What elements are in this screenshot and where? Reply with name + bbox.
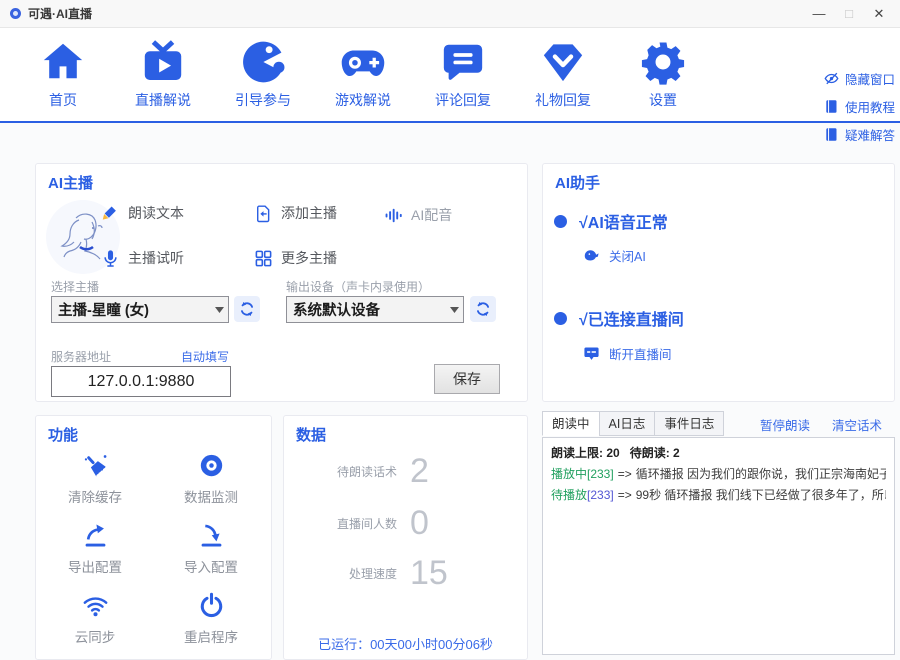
nav-item-settings[interactable]: 设置 bbox=[613, 39, 713, 110]
home-icon bbox=[40, 39, 86, 85]
ai-dub-button[interactable]: AI配音 bbox=[384, 205, 452, 225]
book-icon bbox=[824, 99, 839, 114]
pencil-icon bbox=[101, 204, 120, 223]
app-window: { "window": { "title": "可遇·AI直播", "contr… bbox=[0, 0, 900, 655]
export-icon bbox=[82, 522, 109, 549]
stat-room-viewers: 直播间人数 0 bbox=[302, 506, 429, 540]
chevron-down-icon bbox=[210, 307, 228, 313]
grid-icon bbox=[254, 249, 273, 268]
power-icon bbox=[198, 592, 225, 619]
whale-icon bbox=[583, 247, 600, 264]
anchor-preview-button[interactable]: 主播试听 bbox=[101, 248, 184, 268]
stat-pending-scripts: 待朗读话术 2 bbox=[302, 454, 429, 488]
file-arrow-icon bbox=[254, 204, 273, 223]
app-title: 可遇·AI直播 bbox=[28, 0, 92, 28]
window-controls: — □ ✕ bbox=[804, 0, 894, 28]
wifi-icon bbox=[82, 592, 109, 619]
log-header: 朗读上限: 20待朗读: 2 bbox=[551, 443, 886, 464]
log-line-playing: 播放中[233]=>循环播报 因为我们的跟你说，我们正宗海南妃子笑 bbox=[551, 464, 886, 485]
chevron-down-icon bbox=[445, 307, 463, 313]
import-config-button[interactable]: 导入配置 bbox=[156, 522, 266, 576]
import-icon bbox=[198, 522, 225, 549]
titlebar: 可遇·AI直播 — □ ✕ bbox=[0, 0, 900, 28]
chat-bubble-icon bbox=[583, 345, 600, 362]
nav-item-guide-participation[interactable]: 引导参与 bbox=[213, 39, 313, 110]
gamepad-icon bbox=[340, 39, 386, 85]
monitor-eye-icon bbox=[198, 452, 225, 479]
export-config-button[interactable]: 导出配置 bbox=[40, 522, 150, 576]
voice-status: √AI语音正常 bbox=[554, 209, 668, 233]
save-button[interactable]: 保存 bbox=[434, 364, 500, 394]
autofill-link[interactable]: 自动填写 bbox=[181, 348, 229, 365]
refresh-anchor-button[interactable] bbox=[234, 296, 260, 322]
eye-off-icon bbox=[824, 71, 839, 86]
stats-panel: 数据 待朗读话术 2 直播间人数 0 处理速度 15 已运行：00天00小时00… bbox=[283, 415, 528, 660]
stat-processing-speed: 处理速度 15 bbox=[302, 556, 448, 590]
status-dot-icon bbox=[554, 312, 567, 325]
nav-item-gift-reply[interactable]: 礼物回复 bbox=[513, 39, 613, 110]
nav-item-home[interactable]: 首页 bbox=[13, 39, 113, 110]
microphone-icon bbox=[101, 249, 120, 268]
clear-cache-button[interactable]: 清除缓存 bbox=[40, 452, 150, 506]
more-anchors-button[interactable]: 更多主播 bbox=[254, 248, 337, 268]
pacman-icon bbox=[240, 39, 286, 85]
maximize-button[interactable]: □ bbox=[834, 0, 864, 28]
refresh-device-button[interactable] bbox=[470, 296, 496, 322]
nav-item-live-commentary[interactable]: 直播解说 bbox=[113, 39, 213, 110]
refresh-icon bbox=[238, 300, 256, 318]
nav-item-comment-reply[interactable]: 评论回复 bbox=[413, 39, 513, 110]
clear-scripts-link[interactable]: 清空话术 bbox=[832, 415, 882, 434]
uptime-text: 已运行：00天00小时00分06秒 bbox=[284, 634, 527, 653]
book-icon bbox=[824, 127, 839, 142]
tab-reading[interactable]: 朗读中 bbox=[542, 411, 600, 436]
close-ai-button[interactable]: 关闭AI bbox=[583, 246, 646, 265]
ai-assistant-panel-title: AI助手 bbox=[555, 172, 600, 193]
refresh-icon bbox=[474, 300, 492, 318]
waveform-icon bbox=[384, 206, 403, 225]
cloud-sync-button[interactable]: 云同步 bbox=[40, 592, 150, 646]
gem-check-icon bbox=[540, 39, 586, 85]
anchor-select[interactable]: 主播-星瞳 (女) bbox=[51, 296, 229, 323]
gear-icon bbox=[640, 39, 686, 85]
pause-reading-link[interactable]: 暂停朗读 bbox=[760, 415, 810, 434]
broom-icon bbox=[82, 452, 109, 479]
hide-window-link[interactable]: 隐藏窗口 bbox=[824, 64, 895, 92]
disconnect-room-button[interactable]: 断开直播间 bbox=[583, 344, 672, 363]
log-line-pending: 待播放[233]=>99秒 循环播报 我们线下已经做了很多年了，所以这 bbox=[551, 485, 886, 506]
server-address-input[interactable] bbox=[51, 366, 231, 397]
log-box: 朗读上限: 20待朗读: 2 播放中[233]=>循环播报 因为我们的跟你说，我… bbox=[542, 437, 895, 655]
add-anchor-button[interactable]: 添加主播 bbox=[254, 203, 337, 223]
tab-event-log[interactable]: 事件日志 bbox=[654, 411, 724, 436]
stats-panel-title: 数据 bbox=[296, 424, 326, 445]
ai-anchor-panel-title: AI主播 bbox=[48, 172, 93, 193]
close-button[interactable]: ✕ bbox=[864, 0, 894, 28]
tv-play-icon bbox=[140, 39, 186, 85]
tutorial-link[interactable]: 使用教程 bbox=[824, 92, 895, 120]
data-monitor-button[interactable]: 数据监测 bbox=[156, 452, 266, 506]
app-logo-icon bbox=[10, 8, 21, 19]
output-device-select[interactable]: 系统默认设备 bbox=[286, 296, 464, 323]
read-text-button[interactable]: 朗读文本 bbox=[101, 203, 184, 223]
restart-app-button[interactable]: 重启程序 bbox=[156, 592, 266, 646]
status-dot-icon bbox=[554, 215, 567, 228]
server-address-label: 服务器地址 bbox=[51, 348, 111, 365]
tab-ai-log[interactable]: AI日志 bbox=[599, 411, 656, 436]
room-status: √已连接直播间 bbox=[554, 306, 684, 330]
functions-panel: 功能 清除缓存 数据监测 导出配置 导入配置 云同步 重启程序 bbox=[35, 415, 272, 660]
functions-panel-title: 功能 bbox=[48, 424, 78, 445]
main-nav: 首页 直播解说 引导参与 游戏解说 评论回复 礼物回复 设置 隐藏 bbox=[0, 28, 900, 123]
minimize-button[interactable]: — bbox=[804, 0, 834, 28]
faq-link[interactable]: 疑难解答 bbox=[824, 120, 895, 148]
nav-item-game-commentary[interactable]: 游戏解说 bbox=[313, 39, 413, 110]
output-device-label: 输出设备（声卡内录使用） bbox=[286, 278, 430, 295]
select-anchor-label: 选择主播 bbox=[51, 278, 99, 295]
comment-icon bbox=[440, 39, 486, 85]
ai-anchor-panel: AI主播 朗读文本 添加主播 AI配音 主播试听 更多主播 bbox=[35, 163, 528, 402]
ai-assistant-panel: AI助手 √AI语音正常 关闭AI √已连接直播间 断开直播间 bbox=[542, 163, 895, 402]
